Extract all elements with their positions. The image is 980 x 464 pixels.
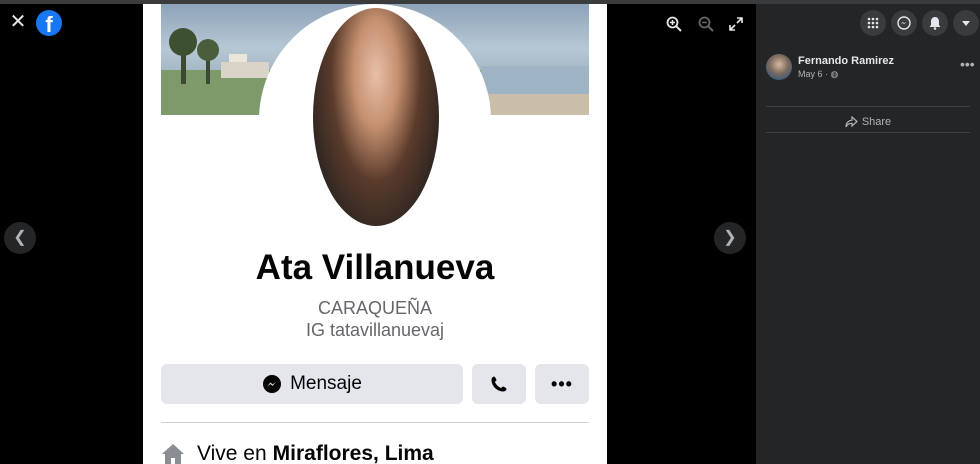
profile-picture: [313, 8, 439, 226]
messenger-icon: [263, 375, 282, 393]
photo-viewer: ✕ f ❮ ❯ Ata Villanueva CARAQUEÑA IG tata…: [0, 4, 756, 464]
share-label: Share: [861, 116, 892, 128]
post-options-icon[interactable]: •••: [960, 56, 975, 72]
sidebar-divider-bottom: [766, 132, 970, 133]
previous-photo-button[interactable]: ❮: [4, 222, 36, 254]
author-avatar[interactable]: [766, 54, 792, 80]
fullscreen-icon[interactable]: [728, 16, 748, 36]
lives-in-row: Vive en Miraflores, Lima: [161, 442, 434, 464]
menu-grid-icon[interactable]: [860, 10, 886, 36]
zoom-out-icon[interactable]: [698, 16, 718, 36]
chevron-right-icon: ❯: [723, 229, 737, 246]
post-author: Fernando Ramirez May 6 · ◍: [766, 54, 894, 80]
share-icon: [845, 116, 858, 128]
globe-icon: ◍: [830, 68, 839, 79]
profile-name: Ata Villanueva: [255, 248, 495, 287]
sidebar-divider-top: [766, 106, 970, 107]
photo-image: Ata Villanueva CARAQUEÑA IG tatavillanue…: [143, 4, 607, 464]
profile-bio-line1: CARAQUEÑA: [317, 298, 433, 318]
profile-bio-line2: IG tatavillanuevaj: [305, 320, 445, 340]
phone-icon: [491, 376, 507, 392]
message-button[interactable]: Mensaje: [161, 364, 463, 404]
account-menu-icon[interactable]: [953, 10, 979, 36]
more-options-button[interactable]: •••: [535, 364, 589, 404]
sidebar-top-actions: [756, 4, 980, 44]
zoom-in-icon[interactable]: [666, 16, 686, 36]
post-sidebar: Fernando Ramirez May 6 · ◍ ••• Share: [756, 4, 980, 464]
author-name[interactable]: Fernando Ramirez: [798, 55, 894, 67]
close-icon[interactable]: ✕: [8, 12, 28, 32]
post-date[interactable]: May 6 ·: [798, 69, 828, 79]
post-date-row: May 6 · ◍: [798, 69, 894, 80]
message-button-label: Mensaje: [290, 373, 362, 394]
facebook-logo-icon[interactable]: f: [36, 10, 62, 36]
divider: [161, 422, 589, 423]
lives-in-place: Miraflores, Lima: [272, 442, 434, 464]
more-icon: •••: [551, 373, 573, 394]
lives-in-prefix: Vive en: [197, 442, 267, 464]
home-icon: [162, 444, 184, 464]
next-photo-button[interactable]: ❯: [714, 222, 746, 254]
share-button[interactable]: Share: [756, 112, 980, 132]
call-button[interactable]: [472, 364, 526, 404]
notifications-bell-icon[interactable]: [922, 10, 948, 36]
chevron-left-icon: ❮: [13, 229, 27, 246]
messenger-icon[interactable]: [891, 10, 917, 36]
